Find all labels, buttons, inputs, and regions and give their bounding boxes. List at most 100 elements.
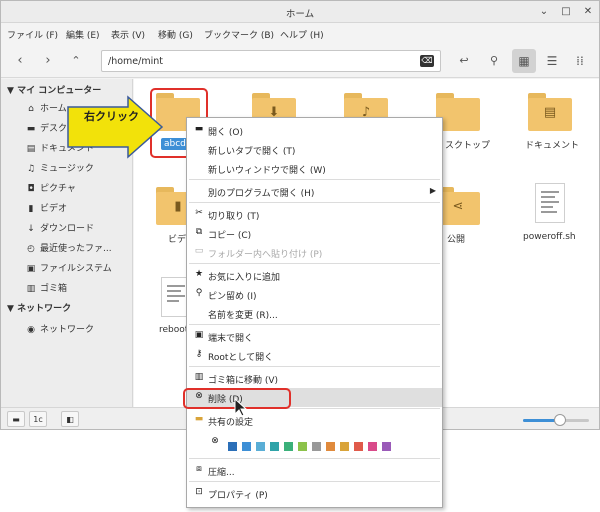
star-icon: ★ (194, 269, 204, 279)
menu-item-add-favorite[interactable]: ★ お気に入りに追加 (187, 266, 442, 285)
menu-item-open-new-tab[interactable]: 新しいタブで開く (T) (187, 140, 442, 159)
folder-icon[interactable]: ▤ (528, 93, 572, 131)
menu-item-rename[interactable]: 名前を変更 (R)... (187, 304, 442, 323)
menu-edit[interactable]: 編集 (E) (66, 28, 100, 41)
sidebar-item-downloads[interactable]: ↓ ダウンロード (25, 221, 94, 237)
tree-toggle-button[interactable]: 1c (29, 411, 47, 427)
sidebar-item-recent[interactable]: ◴ 最近使ったファ... (25, 241, 112, 257)
music-icon: ♫ (26, 164, 36, 174)
menu-item-paste-into-folder[interactable]: ▭ フォルダー内へ貼り付け (P) (187, 243, 442, 262)
menu-item-compress[interactable]: ⧈ 圧縮... (187, 461, 442, 480)
compact-view-button[interactable]: ⁞⁞ (568, 49, 592, 73)
menu-go[interactable]: 移動 (G) (158, 28, 193, 41)
folder-color-swatch[interactable] (242, 442, 251, 451)
menu-item-pin[interactable]: ⚲ ピン留め (I) (187, 285, 442, 304)
sidebar-item-pictures[interactable]: ◘ ピクチャ (25, 181, 75, 197)
menu-view[interactable]: 表示 (V) (111, 28, 145, 41)
folder-color-swatch[interactable] (368, 442, 377, 451)
file-label[interactable]: reboot (159, 325, 188, 335)
forward-button[interactable]: › (37, 50, 59, 72)
file-label[interactable]: ビデ (168, 232, 186, 245)
location-input[interactable] (108, 54, 408, 69)
clear-location-icon[interactable]: ⌫ (420, 55, 434, 67)
properties-icon: ⊡ (195, 487, 203, 497)
copy-icon: ⧉ (195, 227, 203, 237)
menu-file[interactable]: ファイル (F) (7, 28, 58, 41)
folder-color-swatch[interactable] (354, 442, 363, 451)
sidebar-section-network[interactable]: ▼ ネットワーク (7, 301, 71, 314)
search-icon[interactable]: ⚲ (483, 50, 505, 72)
menu-item-open-with[interactable]: 別のプログラムで開く (H) ▶ (187, 182, 442, 201)
terminal-icon: ▣ (194, 330, 204, 340)
menubar: ファイル (F) 編集 (E) 表示 (V) 移動 (G) ブックマーク (B)… (1, 24, 599, 44)
drive-icon: ▣ (26, 264, 36, 274)
menu-item-open-new-window[interactable]: 新しいウィンドウで開く (W) (187, 159, 442, 178)
menu-separator (189, 202, 440, 203)
folder-color-swatch[interactable] (298, 442, 307, 451)
folder-color-swatch[interactable] (382, 442, 391, 451)
sidebar-item-filesystem[interactable]: ▣ ファイルシステム (25, 261, 112, 277)
context-menu: ▬ 開く (O) 新しいタブで開く (T) 新しいウィンドウで開く (W) 別のプ… (186, 117, 443, 508)
folder-color-swatch[interactable] (326, 442, 335, 451)
folder-color-swatch[interactable] (340, 442, 349, 451)
network-icon: ◉ (27, 325, 35, 335)
zoom-slider-handle[interactable] (554, 414, 566, 426)
location-bar[interactable]: ⌫ (101, 50, 441, 72)
home-icon: ⌂ (28, 104, 34, 114)
sidebar-item-music[interactable]: ♫ ミュージック (25, 161, 94, 177)
scissors-icon: ✂ (195, 208, 203, 218)
menu-item-open-terminal[interactable]: ▣ 端末で開く (187, 327, 442, 346)
sidebar-item-trash[interactable]: ▥ ゴミ箱 (25, 281, 67, 297)
menu-item-cut[interactable]: ✂ 切り取り (T) (187, 205, 442, 224)
menu-separator (189, 366, 440, 367)
reset-color-icon[interactable]: ⊗ (209, 436, 221, 446)
hide-sidebar-icon[interactable]: ◧ (61, 411, 79, 427)
sidebar-item-videos[interactable]: ▮ ビデオ (25, 201, 68, 217)
right-click-callout-arrow (67, 95, 164, 159)
list-view-button[interactable]: ☰ (540, 49, 564, 73)
sidebar-item-network[interactable]: ◉ ネットワーク (25, 322, 94, 338)
up-button[interactable]: ⌃ (65, 50, 87, 72)
menu-item-properties[interactable]: ⊡ プロパティ (P) (187, 484, 442, 503)
text-file-icon[interactable] (535, 183, 565, 223)
menu-separator (189, 263, 440, 264)
back-button[interactable]: ‹ (9, 50, 31, 72)
toggle-location-icon[interactable]: ↩ (453, 50, 475, 72)
folder-color-swatch[interactable] (284, 442, 293, 451)
menu-item-open[interactable]: ▬ 開く (O) (187, 121, 442, 140)
menu-item-copy[interactable]: ⧉ コピー (C) (187, 224, 442, 243)
document-icon: ▤ (543, 105, 557, 120)
folder-color-swatch[interactable] (228, 442, 237, 451)
compress-icon: ⧈ (196, 464, 202, 474)
folder-color-swatch[interactable] (256, 442, 265, 451)
minimize-button[interactable]: ⌄ (537, 5, 551, 19)
mouse-pointer-icon (234, 398, 248, 417)
window-title: ホーム (285, 9, 315, 20)
sidebar-item-home[interactable]: ⌂ ホーム (25, 101, 67, 117)
paste-icon: ▭ (194, 246, 204, 256)
menu-help[interactable]: ヘルプ (H) (280, 28, 324, 41)
icon-view-button[interactable]: ▦ (512, 49, 536, 73)
clock-icon: ◴ (27, 244, 35, 254)
menu-separator (189, 481, 440, 482)
file-label[interactable]: 公開 (447, 232, 465, 245)
maximize-button[interactable]: □ (559, 5, 573, 19)
menu-item-move-to-trash[interactable]: ▥ ゴミ箱に移動 (V) (187, 369, 442, 388)
document-icon: ▤ (26, 144, 36, 154)
key-icon: ⚷ (195, 349, 203, 359)
file-label[interactable]: poweroff.sh (523, 232, 576, 242)
menu-item-sharing-options[interactable]: ▬ 共有の設定 (187, 411, 442, 430)
file-label[interactable]: ドキュメント (525, 138, 579, 151)
folder-color-swatch[interactable] (270, 442, 279, 451)
trash-icon: ▥ (194, 372, 204, 382)
menu-item-open-as-root[interactable]: ⚷ Rootとして開く (187, 346, 442, 365)
video-icon: ▮ (28, 204, 34, 214)
desktop-icon: ▬ (26, 124, 36, 134)
folder-color-swatch[interactable] (312, 442, 321, 451)
close-button[interactable]: ✕ (581, 5, 595, 19)
file-label[interactable]: スクトップ (445, 138, 490, 151)
menu-separator (189, 324, 440, 325)
places-toggle-icon[interactable]: ▬ (7, 411, 25, 427)
toolbar: ‹ › ⌃ ⌫ ↩ ⚲ ▦ ☰ ⁞⁞ (1, 44, 599, 78)
menu-bookmarks[interactable]: ブックマーク (B) (204, 28, 274, 41)
